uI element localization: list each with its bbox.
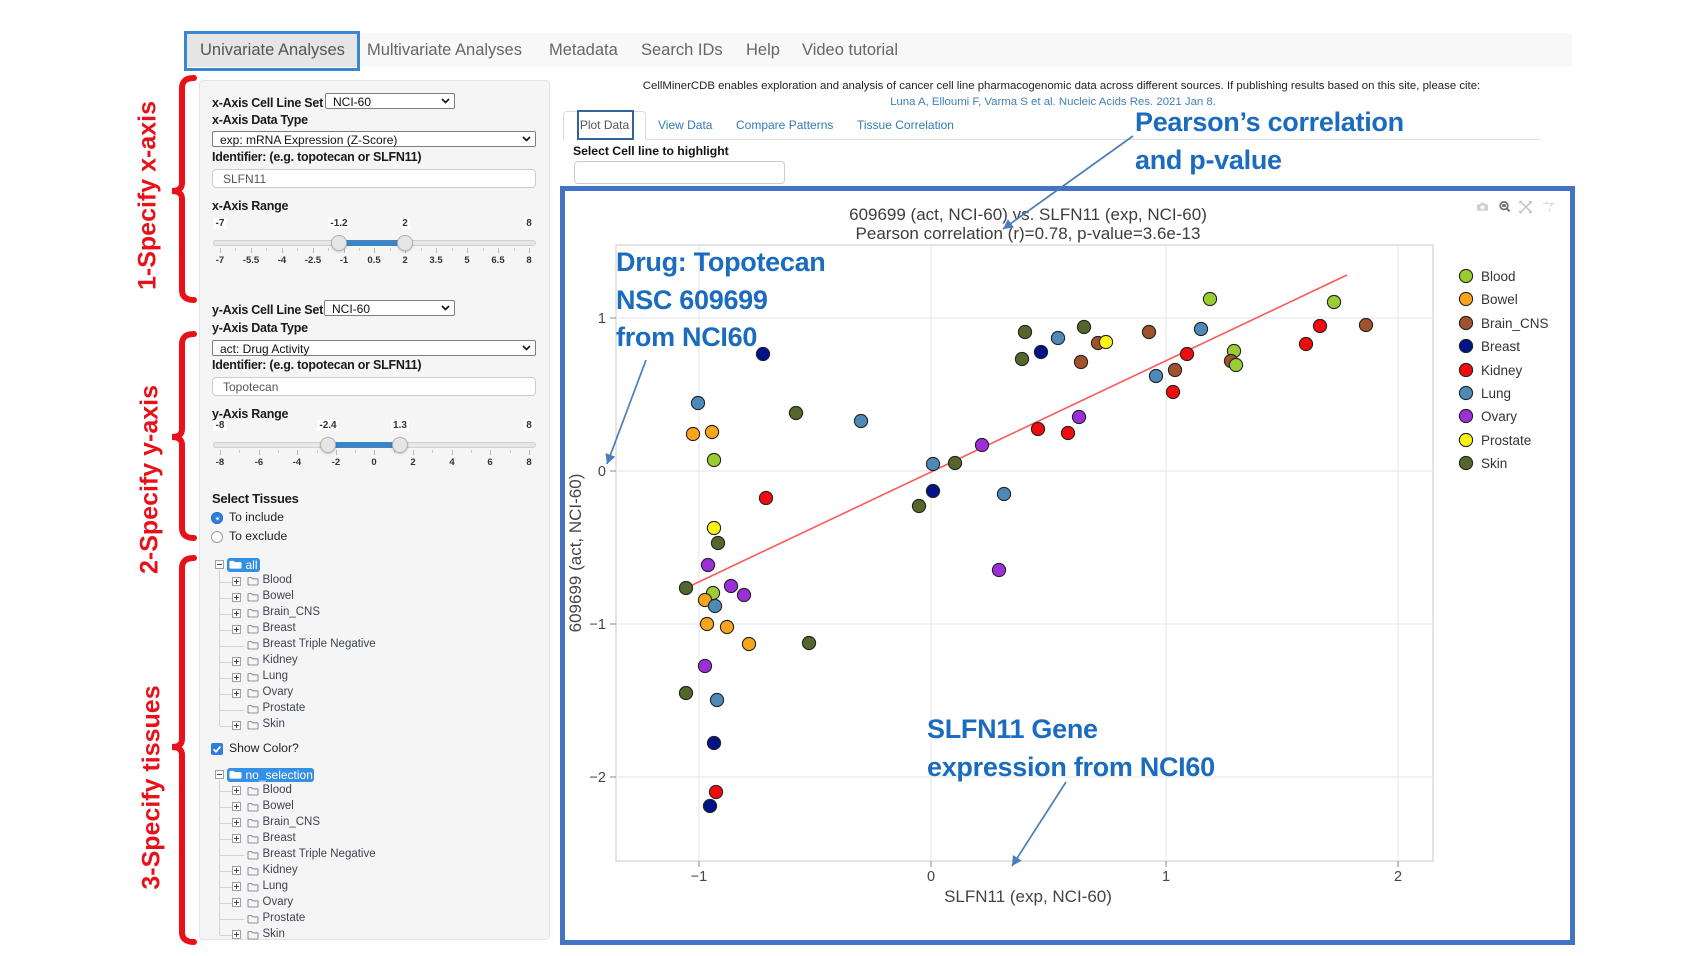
svg-text:Bowel: Bowel (1481, 292, 1518, 307)
svg-text:−1: −1 (691, 869, 708, 885)
svg-text:SLFN11 (exp, NCI-60): SLFN11 (exp, NCI-60) (944, 887, 1112, 906)
svg-text:−2: −2 (589, 770, 606, 786)
svg-text:Prostate: Prostate (1481, 433, 1531, 448)
svg-text:2: 2 (1394, 869, 1402, 885)
svg-text:Skin: Skin (1481, 456, 1507, 471)
svg-text:609699 (act, NCI-60) vs. SLFN1: 609699 (act, NCI-60) vs. SLFN11 (exp, NC… (849, 205, 1207, 224)
svg-text:1: 1 (1162, 869, 1170, 885)
svg-text:609699 (act, NCI-60): 609699 (act, NCI-60) (566, 474, 585, 633)
svg-text:Blood: Blood (1481, 269, 1516, 284)
svg-text:Lung: Lung (1481, 386, 1511, 401)
svg-text:1: 1 (598, 311, 606, 327)
svg-text:Brain_CNS: Brain_CNS (1481, 316, 1549, 331)
svg-text:0: 0 (598, 464, 606, 480)
svg-text:Kidney: Kidney (1481, 363, 1523, 378)
svg-text:Ovary: Ovary (1481, 409, 1517, 424)
svg-text:0: 0 (927, 869, 935, 885)
svg-text:Pearson correlation (r)=0.78,: Pearson correlation (r)=0.78, p-value=3.… (856, 224, 1201, 243)
svg-text:−1: −1 (589, 617, 606, 633)
svg-text:Breast: Breast (1481, 339, 1520, 354)
